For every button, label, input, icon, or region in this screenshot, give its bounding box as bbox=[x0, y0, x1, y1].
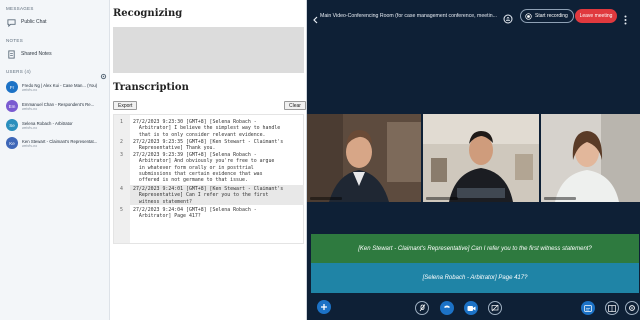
public-chat-item[interactable]: Public Chat bbox=[6, 15, 106, 29]
tile-name-label bbox=[426, 197, 458, 200]
tile-name-label bbox=[310, 197, 342, 200]
leave-meeting-button[interactable]: Leave meeting bbox=[575, 9, 617, 23]
transcript-line: 27/2/2023 9:24:04 [GMT+8] [Selena Robach… bbox=[133, 207, 257, 220]
transcript-line: 27/2/2023 9:23:30 [GMT+8] [Selena Robach… bbox=[133, 119, 281, 138]
start-recording-label: Start recording bbox=[535, 13, 568, 19]
record-icon bbox=[525, 12, 532, 20]
line-number: 4 bbox=[120, 186, 123, 192]
mute-button[interactable] bbox=[415, 301, 429, 315]
plus-icon bbox=[321, 304, 327, 310]
video-camera-icon bbox=[467, 305, 475, 311]
caption-bar-1: [Ken Stewart - Claimant's Representative… bbox=[311, 234, 639, 263]
sidebar: MESSAGES Public Chat NOTES Shared Notes … bbox=[0, 0, 110, 320]
actions-plus-button[interactable] bbox=[317, 300, 331, 314]
audio-button[interactable] bbox=[440, 301, 454, 315]
video-tile-3[interactable] bbox=[541, 114, 640, 202]
transcription-panel: Recognizing Transcription Export Clear 1… bbox=[110, 0, 307, 320]
messages-section-title: MESSAGES bbox=[6, 6, 34, 11]
notes-icon bbox=[6, 49, 16, 59]
participant-video bbox=[307, 114, 421, 202]
caption-bar-2: [Selena Robach - Arbitrator] Page 417? bbox=[311, 263, 639, 293]
avatar: Em bbox=[6, 100, 18, 112]
transcript-editor[interactable]: 1 27/2/2023 9:23:30 [GMT+8] [Selena Roba… bbox=[113, 114, 304, 244]
gear-icon bbox=[629, 305, 635, 311]
tile-name-label bbox=[544, 197, 576, 200]
more-options-icon[interactable] bbox=[624, 12, 627, 30]
user-client: web/tv-no bbox=[22, 143, 38, 148]
transcript-line: 27/2/2023 9:23:39 [GMT+8] [Selena Robach… bbox=[133, 152, 275, 184]
meeting-title: Main Video-Conferencing Room (for case m… bbox=[320, 13, 497, 19]
clear-button[interactable]: Clear bbox=[284, 101, 306, 110]
avatar: Ke bbox=[6, 137, 18, 149]
recognizing-box bbox=[113, 27, 304, 73]
line-gutter bbox=[114, 115, 130, 243]
notes-section-title: NOTES bbox=[6, 38, 24, 43]
settings-button[interactable] bbox=[625, 301, 639, 315]
microphone-off-icon bbox=[419, 304, 425, 312]
line-number: 5 bbox=[120, 207, 123, 213]
layout-icon bbox=[608, 304, 616, 312]
connection-icon[interactable] bbox=[503, 11, 513, 29]
avatar: Fr bbox=[6, 81, 18, 93]
captions-icon bbox=[584, 304, 592, 312]
public-chat-label: Public Chat bbox=[21, 19, 47, 25]
video-tile-2[interactable] bbox=[423, 114, 539, 202]
export-button[interactable]: Export bbox=[113, 101, 138, 110]
chat-icon bbox=[6, 17, 16, 27]
shared-notes-label: Shared Notes bbox=[21, 51, 52, 57]
participant-video bbox=[423, 114, 539, 202]
line-number: 1 bbox=[120, 119, 123, 125]
captions-button[interactable] bbox=[581, 301, 595, 315]
recognizing-title: Recognizing bbox=[113, 8, 183, 19]
user-item-2[interactable]: Se Selena Robach - Arbitrator web/tv-no bbox=[6, 116, 108, 134]
video-tile-1[interactable] bbox=[307, 114, 421, 202]
user-item-0[interactable]: Fr Fredo Ng | Alex Kui - Case Man... (Yo… bbox=[6, 78, 108, 96]
camera-button[interactable] bbox=[464, 301, 478, 315]
user-item-1[interactable]: Em Emmanuel Chan - Respondent's Re... we… bbox=[6, 97, 108, 115]
user-client: web/tv-no bbox=[22, 125, 38, 130]
participant-video bbox=[541, 114, 640, 202]
screen-share-button[interactable] bbox=[488, 301, 502, 315]
line-number: 2 bbox=[120, 139, 123, 145]
screen-share-off-icon bbox=[491, 304, 499, 312]
shared-notes-item[interactable]: Shared Notes bbox=[6, 47, 106, 61]
avatar: Se bbox=[6, 119, 18, 131]
layout-button[interactable] bbox=[605, 301, 619, 315]
users-section-title: USERS (4) bbox=[6, 69, 31, 74]
user-client: web/tv-no bbox=[22, 106, 38, 111]
user-client: web/tv-no bbox=[22, 87, 38, 92]
meeting-area: Main Video-Conferencing Room (for case m… bbox=[307, 0, 640, 320]
line-number: 3 bbox=[120, 152, 123, 158]
transcript-line: 27/2/2023 9:23:35 [GMT+8] [Ken Stewart -… bbox=[133, 139, 284, 152]
user-item-3[interactable]: Ke Ken Stewart - Claimant's Representat.… bbox=[6, 134, 108, 152]
chevron-left-icon[interactable] bbox=[312, 11, 318, 29]
phone-icon bbox=[444, 305, 450, 308]
transcript-line: 27/2/2023 9:24:01 [GMT+8] [Ken Stewart -… bbox=[133, 186, 284, 205]
start-recording-button[interactable]: Start recording bbox=[520, 9, 574, 23]
transcription-title: Transcription bbox=[113, 82, 189, 93]
